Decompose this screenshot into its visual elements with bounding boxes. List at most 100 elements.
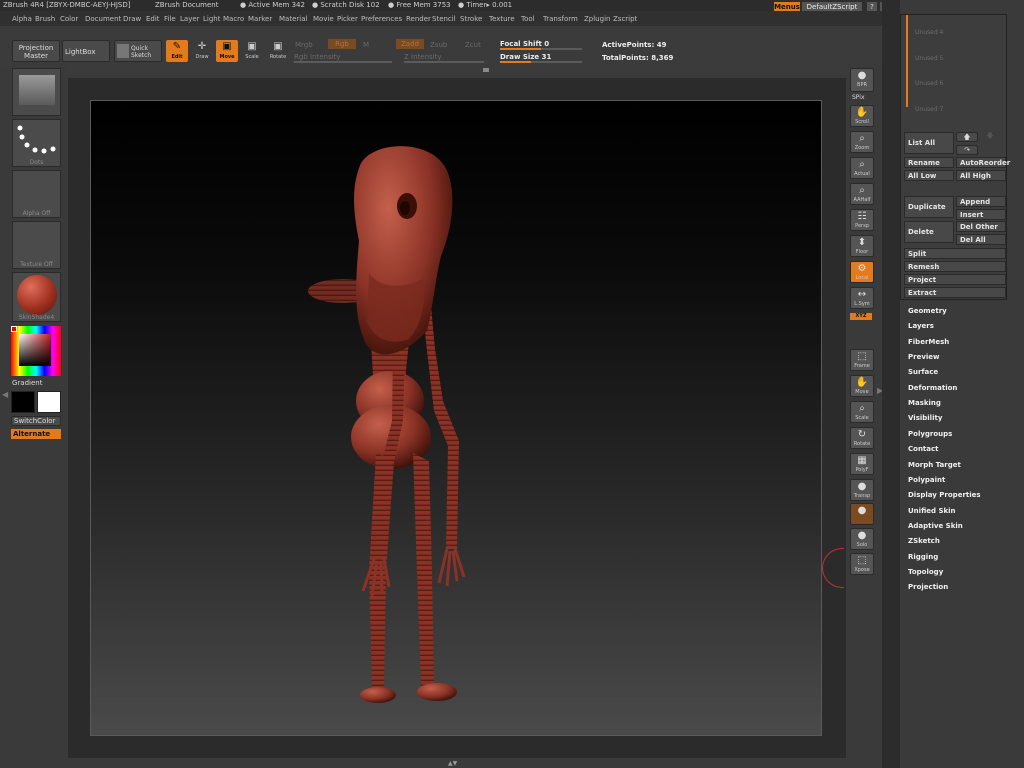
move-button[interactable]: ✋ Move — [850, 375, 874, 397]
spix-label[interactable]: SPix — [852, 94, 865, 101]
subtool-scroll-indicator[interactable] — [906, 15, 908, 107]
menu-preferences[interactable]: Preferences — [361, 15, 402, 23]
subtool-slot[interactable]: Unused 6 — [915, 80, 943, 87]
subtool-slot[interactable]: Unused 7 — [915, 106, 943, 113]
switch-color-button[interactable]: SwitchColor — [11, 416, 61, 426]
scale-button[interactable]: ⌕ Scale — [850, 401, 874, 423]
zoom-button[interactable]: ⌕ Zoom — [850, 131, 874, 153]
draw-button[interactable]: ✛ Draw — [191, 40, 213, 62]
palette-adaptive-skin[interactable]: Adaptive Skin — [908, 522, 963, 530]
palette-surface[interactable]: Surface — [908, 368, 938, 376]
actual-button[interactable]: ⌕ Actual — [850, 157, 874, 179]
zcut-button[interactable]: Zcut — [465, 41, 481, 49]
document-viewport[interactable] — [90, 100, 822, 736]
menu-file[interactable]: File — [164, 15, 176, 23]
project-button[interactable]: Project — [904, 274, 1006, 285]
toolbar-collapse-handle[interactable] — [483, 68, 489, 72]
menu-edit[interactable]: Edit — [146, 15, 160, 23]
menu-alpha[interactable]: Alpha — [12, 15, 32, 23]
palette-polygroups[interactable]: Polygroups — [908, 430, 952, 438]
menu-material[interactable]: Material — [279, 15, 307, 23]
stroke-thumbnail[interactable]: Dots — [12, 119, 61, 167]
insert-button[interactable]: Insert — [956, 209, 1006, 220]
palette-polypaint[interactable]: Polypaint — [908, 476, 945, 484]
del-other-button[interactable]: Del Other — [956, 221, 1006, 232]
persp-button[interactable]: ☷ Persp — [850, 209, 874, 231]
m-button[interactable]: M — [363, 41, 369, 49]
menu-light[interactable]: Light — [203, 15, 220, 23]
menu-stencil[interactable]: Stencil — [432, 15, 456, 23]
subtool-slot[interactable]: Unused 4 — [915, 29, 943, 36]
ghost-button[interactable]: ● — [850, 503, 874, 525]
color-picker[interactable] — [11, 326, 61, 376]
rotate-button[interactable]: ▣ Rotate — [266, 40, 290, 62]
menu-zplugin[interactable]: Zplugin — [584, 15, 610, 23]
remesh-button[interactable]: Remesh — [904, 261, 1006, 272]
duplicate-button[interactable]: Duplicate — [904, 196, 954, 218]
palette-fibermesh[interactable]: FiberMesh — [908, 338, 949, 346]
menu-render[interactable]: Render — [406, 15, 431, 23]
scale-button[interactable]: ▣ Scale — [241, 40, 263, 62]
transp-button[interactable]: ● Transp — [850, 479, 874, 501]
palette-visibility[interactable]: Visibility — [908, 414, 942, 422]
arrow-up-icon[interactable]: 🡅 — [956, 132, 978, 142]
list-all-button[interactable]: List All — [904, 132, 954, 154]
arrow-down-icon[interactable]: 🡇 — [983, 132, 997, 142]
gradient-label[interactable]: Gradient — [12, 379, 42, 387]
edit-button[interactable]: ✎ Edit — [166, 40, 188, 62]
palette-contact[interactable]: Contact — [908, 445, 939, 453]
rename-button[interactable]: Rename — [904, 157, 954, 168]
character-model[interactable] — [91, 101, 823, 737]
frame-button[interactable]: ⬚ Frame — [850, 349, 874, 371]
main-color-swatch[interactable] — [11, 391, 35, 413]
palette-deformation[interactable]: Deformation — [908, 384, 957, 392]
draw-size-slider[interactable] — [500, 61, 582, 63]
palette-display-properties[interactable]: Display Properties — [908, 491, 981, 499]
palette-zsketch[interactable]: ZSketch — [908, 537, 940, 545]
lightbox-button[interactable]: LightBox — [62, 40, 110, 62]
subtool-slot[interactable]: Unused 5 — [915, 55, 943, 62]
color-square[interactable] — [19, 334, 51, 366]
menu-macro[interactable]: Macro — [223, 15, 244, 23]
menu-tool[interactable]: Tool — [521, 15, 535, 23]
quick-sketch-button[interactable]: Quick Sketch — [114, 40, 162, 62]
palette-morph-target[interactable]: Morph Target — [908, 461, 961, 469]
menu-draw[interactable]: Draw — [123, 15, 141, 23]
menu-picker[interactable]: Picker — [337, 15, 358, 23]
lsym-button[interactable]: ↔ L.Sym — [850, 287, 874, 309]
xpose-button[interactable]: ⬚ Xpose — [850, 553, 874, 575]
palette-unified-skin[interactable]: Unified Skin — [908, 507, 956, 515]
all-high-button[interactable]: All High — [956, 170, 1006, 181]
projection-master-button[interactable]: Projection Master — [12, 40, 60, 62]
menu-document[interactable]: Document — [85, 15, 121, 23]
alpha-thumbnail[interactable]: Alpha Off — [12, 170, 61, 218]
zadd-button[interactable]: Zadd — [396, 39, 424, 49]
menu-layer[interactable]: Layer — [180, 15, 200, 23]
del-all-button[interactable]: Del All — [956, 234, 1006, 245]
menu-texture[interactable]: Texture — [489, 15, 515, 23]
left-tray-arrow-icon[interactable]: ◀ — [2, 390, 8, 400]
menu-stroke[interactable]: Stroke — [460, 15, 482, 23]
zsub-button[interactable]: Zsub — [430, 41, 447, 49]
menu-brush[interactable]: Brush — [35, 15, 55, 23]
rotate-button[interactable]: ↻ Rotate — [850, 427, 874, 449]
extract-button[interactable]: Extract — [904, 287, 1006, 298]
all-low-button[interactable]: All Low — [904, 170, 954, 181]
palette-projection[interactable]: Projection — [908, 583, 948, 591]
rgb-button[interactable]: Rgb — [328, 39, 356, 49]
menu-movie[interactable]: Movie — [313, 15, 334, 23]
append-button[interactable]: Append — [956, 196, 1006, 207]
palette-geometry[interactable]: Geometry — [908, 307, 947, 315]
polyf-button[interactable]: ▦ PolyF — [850, 453, 874, 475]
delete-button[interactable]: Delete — [904, 221, 954, 243]
palette-masking[interactable]: Masking — [908, 399, 941, 407]
split-button[interactable]: Split — [904, 248, 1006, 259]
texture-thumbnail[interactable]: Texture Off — [12, 221, 61, 269]
palette-rigging[interactable]: Rigging — [908, 553, 938, 561]
z-intensity-slider[interactable] — [404, 61, 484, 63]
brush-thumbnail[interactable] — [12, 68, 61, 116]
solo-button[interactable]: ● Solo — [850, 528, 874, 550]
aahalf-button[interactable]: ⌕ AAHalf — [850, 183, 874, 205]
xyz-toggle[interactable]: XYZ — [850, 313, 872, 320]
move-button[interactable]: ▣ Move — [216, 40, 238, 62]
